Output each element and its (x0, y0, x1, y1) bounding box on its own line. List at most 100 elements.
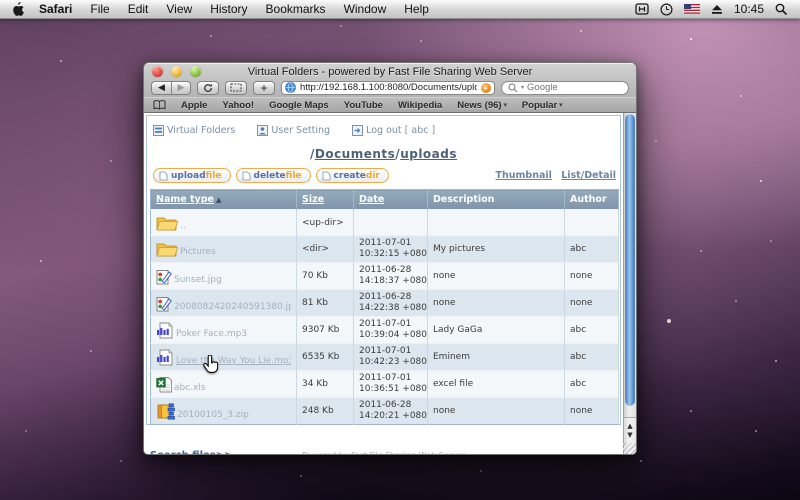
add-bookmark-button[interactable]: + (253, 80, 275, 95)
apple-menu-icon[interactable] (10, 2, 30, 16)
delete-file-button[interactable]: deletefile (235, 168, 311, 183)
bookmark-google-maps[interactable]: Google Maps (269, 100, 329, 111)
breadcrumb-uploads[interactable]: uploads (400, 147, 457, 161)
table-row: Love the Way You Lie.mp3 6535 Kb 2011-07-0… (150, 343, 619, 371)
menu-edit[interactable]: Edit (119, 2, 158, 16)
file-name-link[interactable]: 20100105_3.zip (177, 410, 249, 420)
search-icon (508, 82, 518, 93)
create-dir-button[interactable]: createdir (315, 168, 389, 183)
nav-logout[interactable]: Log out [ abc ] (352, 125, 435, 136)
input-menu-icon[interactable] (635, 3, 649, 15)
folders-icon (153, 125, 164, 136)
close-button[interactable] (152, 66, 163, 77)
header-name-type[interactable]: Name type ▲ (150, 189, 297, 210)
cell-date: 2011-07-01 10:36:51 +0800 (353, 370, 428, 398)
file-name-link[interactable]: abc.xls (174, 383, 206, 393)
nav-user-setting[interactable]: User Setting (257, 125, 330, 136)
reload-button[interactable] (197, 80, 219, 95)
chevron-down-icon: ▾ (503, 102, 507, 109)
cell-name: 2008082420240591380.jpg (150, 289, 297, 317)
flag-menu-icon[interactable] (683, 4, 700, 14)
cell-date: 2011-06-28 14:22:38 +0800 (353, 289, 428, 317)
view-thumbnail-link[interactable]: Thumbnail (496, 170, 552, 181)
chevron-down-icon: ▾ (559, 102, 563, 109)
bookmark-news-96-[interactable]: News (96) ▾ (457, 100, 507, 111)
file-table: Name type ▲ Size Date Description Author … (150, 189, 619, 425)
scroll-down-arrow[interactable]: ▼ (627, 431, 632, 439)
header-date[interactable]: Date (353, 189, 428, 210)
bookmarks-book-icon[interactable] (153, 100, 166, 110)
cell-size: 81 Kb (296, 289, 354, 317)
bookmark-yahoo-[interactable]: Yahoo! (222, 100, 254, 111)
cell-author: none (564, 397, 619, 425)
eject-menu-icon[interactable] (711, 4, 723, 15)
search-input[interactable] (527, 82, 622, 93)
file-icon (242, 171, 251, 181)
bookmark-wikipedia[interactable]: Wikipedia (398, 100, 442, 111)
cell-description: none (427, 397, 565, 425)
clock-menu-icon[interactable] (660, 2, 673, 16)
menu-safari[interactable]: Safari (30, 2, 81, 16)
rss-badge-icon[interactable]: ▸ (481, 82, 491, 93)
url-input[interactable] (300, 82, 477, 93)
nav-virtual-folders[interactable]: Virtual Folders (153, 125, 235, 136)
window-chrome: Virtual Folders - powered by Fast File S… (144, 63, 636, 113)
view-mode-links: Thumbnail List/Detail (490, 170, 617, 181)
table-row: Poker Face.mp3 9307 Kb 2011-07-01 10:39:04 … (150, 316, 619, 344)
google-search-field[interactable]: ▾ (501, 80, 629, 95)
zoom-button[interactable] (190, 66, 201, 77)
menu-items: Safari File Edit View History Bookmarks Window… (30, 2, 438, 16)
file-name-link[interactable]: Sunset.jpg (174, 275, 222, 285)
file-name-link[interactable]: .. (180, 221, 186, 231)
bookmark-apple[interactable]: Apple (181, 100, 207, 111)
page-footer: Powered by Fast File Sharing Web Server (144, 451, 623, 454)
file-name-link[interactable]: Pictures (180, 247, 216, 257)
cell-date: 2011-07-01 10:32:15 +0800 (353, 235, 428, 263)
menu-bookmarks[interactable]: Bookmarks (257, 2, 335, 16)
cell-name: Sunset.jpg (150, 262, 297, 290)
file-name-link[interactable]: Love the Way You Lie.mp3 (176, 356, 291, 366)
menu-view[interactable]: View (157, 2, 201, 16)
folder-icon (156, 217, 178, 230)
menu-file[interactable]: File (81, 2, 118, 16)
table-row: Pictures <dir> 2011-07-01 10:32:15 +0800 My … (150, 235, 619, 263)
breadcrumb-documents[interactable]: Documents (315, 147, 395, 161)
sort-ascending-icon: ▲ (216, 196, 222, 204)
table-header-row: Name type ▲ Size Date Description Author (150, 189, 619, 210)
menu-bar-clock[interactable]: 10:45 (734, 2, 764, 16)
cell-name: abc.xls (150, 370, 297, 398)
vertical-scrollbar[interactable]: ▲ ▼ (623, 113, 636, 454)
bookmark-label: Popular (521, 99, 558, 111)
bookmark-label: Wikipedia (397, 99, 443, 111)
search-options-carat[interactable]: ▾ (521, 84, 524, 91)
upload-file-button[interactable]: uploadfile (153, 168, 231, 183)
user-icon (257, 125, 269, 136)
folder-icon (156, 243, 178, 257)
bookmark-popular[interactable]: Popular ▾ (522, 100, 563, 111)
excel-file-icon (156, 376, 172, 392)
scrollbar-thumb[interactable] (625, 114, 635, 406)
table-row: 20100105_3.zip 248 Kb 2011-06-28 14:20:21 +… (150, 397, 619, 425)
file-icon (322, 171, 331, 181)
header-size[interactable]: Size (296, 189, 354, 210)
cell-date: 2011-06-28 14:18:37 +0800 (353, 262, 428, 290)
cell-description (427, 209, 565, 236)
scroll-up-arrow[interactable]: ▲ (627, 422, 632, 430)
file-name-link[interactable]: Poker Face.mp3 (176, 329, 247, 339)
cell-size: <dir> (296, 235, 354, 263)
menu-window[interactable]: Window (335, 2, 396, 16)
minimize-button[interactable] (171, 66, 182, 77)
address-bar[interactable]: ▸ (281, 80, 495, 95)
window-resize-grip[interactable] (623, 443, 636, 454)
menu-history[interactable]: History (201, 2, 256, 16)
back-button[interactable]: ◀ (151, 80, 171, 95)
title-bar[interactable]: Virtual Folders - powered by Fast File S… (144, 63, 636, 80)
bookmark-youtube[interactable]: YouTube (344, 100, 383, 111)
view-list-detail-link[interactable]: List/Detail (561, 170, 616, 181)
table-row: abc.xls 34 Kb 2011-07-01 10:36:51 +0800 exce… (150, 370, 619, 398)
webclip-button[interactable] (225, 80, 247, 95)
forward-button[interactable]: ▶ (171, 80, 191, 95)
spotlight-icon[interactable] (775, 3, 788, 16)
menu-help[interactable]: Help (395, 2, 438, 16)
file-name-link[interactable]: 2008082420240591380.jpg (174, 302, 291, 312)
